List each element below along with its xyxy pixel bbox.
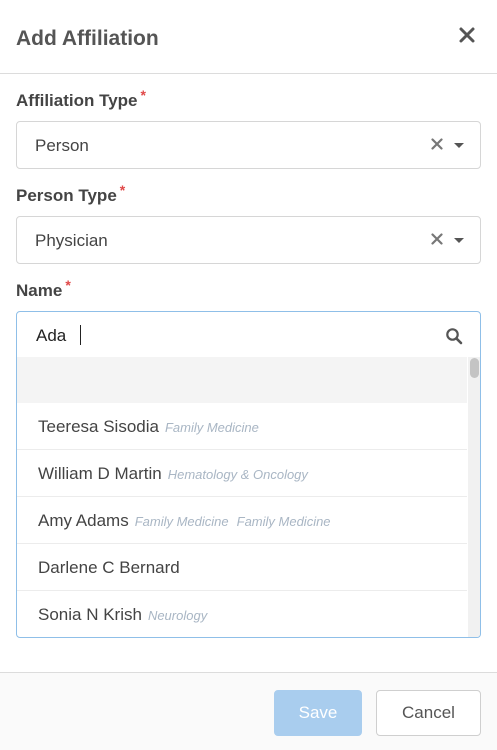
required-marker: *: [140, 87, 146, 103]
option-specialty: Neurology: [147, 608, 208, 623]
list-item[interactable]: Sonia N Krish Neurology: [17, 591, 467, 637]
option-label: Sonia N Krish Neurology: [38, 605, 207, 625]
person-type-select[interactable]: Physician: [16, 216, 481, 264]
option-label: Darlene C Bernard: [38, 558, 180, 578]
person-type-label: Person Type *: [16, 182, 125, 206]
list-item[interactable]: Teeresa Sisodia Family Medicine: [17, 403, 467, 450]
list-item-blank[interactable]: [17, 357, 467, 403]
scrollbar-thumb[interactable]: [470, 358, 479, 378]
option-label: Amy Adams Family Medicine Family Medicine: [38, 511, 331, 531]
option-label: Teeresa Sisodia Family Medicine: [38, 417, 259, 437]
option-name: Teeresa Sisodia: [38, 417, 159, 436]
save-button[interactable]: Save: [274, 690, 362, 736]
option-specialty: Family Medicine: [134, 514, 229, 529]
affiliation-type-value: Person: [35, 136, 89, 155]
option-name: Amy Adams: [38, 511, 129, 530]
add-affiliation-dialog: Add Affiliation Affiliation Type * Person…: [0, 0, 497, 750]
chevron-down-icon[interactable]: [454, 143, 464, 148]
option-name: Darlene C Bernard: [38, 558, 180, 577]
name-combobox: Teeresa Sisodia Family Medicine William D…: [16, 311, 481, 638]
option-name: William D Martin: [38, 464, 162, 483]
option-label: William D Martin Hematology & Oncology: [38, 464, 308, 484]
list-item[interactable]: Darlene C Bernard: [17, 544, 467, 591]
list-item[interactable]: William D Martin Hematology & Oncology: [17, 450, 467, 497]
affiliation-type-label-text: Affiliation Type: [16, 91, 138, 110]
person-type-label-text: Person Type: [16, 186, 117, 205]
required-marker: *: [65, 277, 71, 293]
option-specialty: Hematology & Oncology: [167, 467, 308, 482]
name-label: Name *: [16, 277, 71, 301]
clear-icon[interactable]: [431, 138, 443, 150]
option-name: Sonia N Krish: [38, 605, 142, 624]
chevron-down-icon[interactable]: [454, 238, 464, 243]
text-cursor: [80, 325, 81, 345]
name-label-text: Name: [16, 281, 63, 300]
dialog-footer: Save Cancel: [0, 672, 497, 750]
dialog-title: Add Affiliation: [16, 27, 159, 50]
option-specialty: Family Medicine: [236, 514, 331, 529]
list-item[interactable]: Amy Adams Family Medicine Family Medicine: [17, 497, 467, 544]
affiliation-type-label: Affiliation Type *: [16, 87, 146, 111]
person-type-value: Physician: [35, 231, 108, 250]
required-marker: *: [119, 182, 126, 198]
close-icon[interactable]: [456, 24, 478, 46]
dialog-header: Add Affiliation: [0, 0, 497, 74]
clear-icon[interactable]: [431, 233, 443, 245]
name-search-input[interactable]: [36, 324, 436, 348]
name-options-list: Teeresa Sisodia Family Medicine William D…: [17, 357, 467, 637]
option-specialty: Family Medicine: [164, 420, 259, 435]
cancel-button[interactable]: Cancel: [376, 690, 481, 736]
search-icon[interactable]: [445, 327, 463, 345]
options-scrollbar[interactable]: [468, 357, 480, 637]
affiliation-type-select[interactable]: Person: [16, 121, 481, 169]
